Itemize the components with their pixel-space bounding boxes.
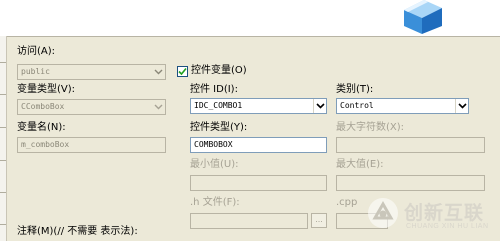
category-combo[interactable]: Control: [336, 98, 469, 114]
comment-label: 注释(M)(// 不需要 表示法):: [17, 226, 138, 237]
access-combo[interactable]: public: [17, 64, 166, 80]
control-var-checkbox[interactable]: [177, 65, 188, 77]
h-file-field[interactable]: [190, 213, 308, 229]
max-chars-label: 最大字符数(X):: [336, 122, 405, 133]
chevron-down-icon[interactable]: [152, 65, 165, 79]
control-var-label: 控件变量(O): [191, 65, 247, 76]
var-type-label: 变量类型(V):: [17, 84, 76, 95]
category-value: Control: [340, 101, 374, 110]
access-label: 访问(A):: [17, 46, 56, 57]
chevron-down-icon[interactable]: [152, 100, 165, 114]
max-chars-field[interactable]: [336, 137, 485, 153]
var-type-combo[interactable]: CComboBox: [17, 99, 166, 115]
h-file-label: .h 文件(F):: [190, 197, 240, 208]
control-type-label: 控件类型(Y):: [190, 122, 248, 133]
min-value-label: 最小值(U):: [190, 159, 239, 170]
var-name-label: 变量名(N):: [17, 122, 66, 133]
chevron-down-icon[interactable]: [313, 99, 326, 113]
chevron-down-icon[interactable]: [455, 99, 468, 113]
control-type-field[interactable]: COMBOBOX: [190, 137, 327, 153]
max-value-field[interactable]: [336, 175, 485, 191]
control-id-label: 控件 ID(I):: [190, 84, 238, 95]
category-label: 类别(T):: [336, 84, 374, 95]
var-name-value: m_comboBox: [21, 140, 70, 149]
access-value: public: [21, 67, 50, 76]
control-type-value: COMBOBOX: [194, 140, 233, 149]
watermark: 创新互联 CHUANG XIN HU LIAN: [364, 192, 500, 238]
control-var-checkbox-row[interactable]: 控件变量(O): [177, 65, 247, 77]
brand-logo-icon: [368, 198, 398, 228]
max-value-label: 最大值(E):: [336, 159, 384, 170]
min-value-field[interactable]: [190, 175, 327, 191]
var-name-field[interactable]: m_comboBox: [17, 137, 166, 153]
wizard-cube-icon: [404, 0, 442, 34]
left-edge: [0, 36, 7, 241]
cpp-file-label: .cpp: [336, 197, 358, 208]
control-id-combo[interactable]: IDC_COMBO1: [190, 98, 327, 114]
var-type-value: CComboBox: [21, 102, 65, 111]
checkmark-icon: [178, 67, 187, 75]
watermark-name: 创新互联: [404, 203, 485, 224]
h-file-browse-button[interactable]: ...: [311, 213, 327, 228]
control-id-value: IDC_COMBO1: [194, 101, 243, 110]
watermark-sub: CHUANG XIN HU LIAN: [406, 223, 489, 230]
